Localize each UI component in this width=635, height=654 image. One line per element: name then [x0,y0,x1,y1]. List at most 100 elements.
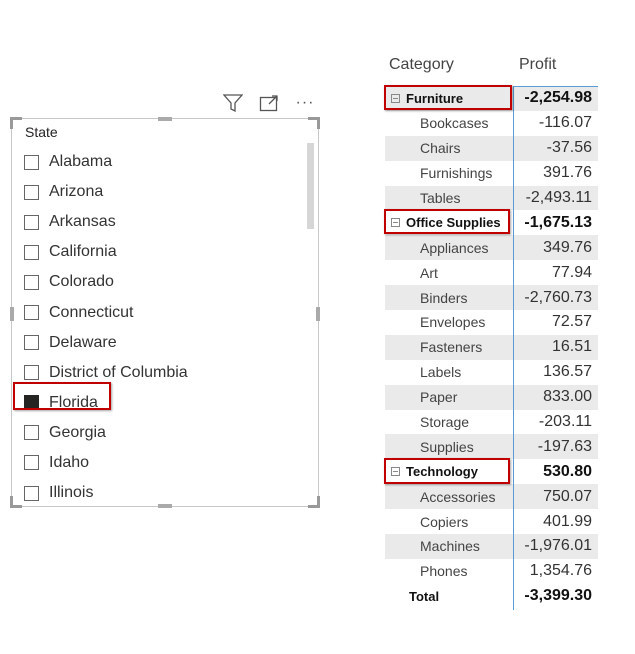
slicer-item[interactable]: Georgia [24,418,188,448]
checkbox[interactable] [24,244,39,260]
profit-value: -37.56 [546,139,592,157]
slicer-item[interactable]: Arkansas [24,207,188,237]
category-cell: Envelopes [385,310,513,335]
checkbox[interactable] [24,485,39,501]
table-row[interactable]: Copiers 401.99 [385,509,598,534]
table-row[interactable]: Binders -2,760.73 [385,285,598,311]
group-highlight-office-supplies [384,209,510,234]
category-label: Furnishings [420,165,493,182]
resize-corner[interactable] [10,496,22,508]
profit-value: 530.80 [543,462,592,480]
selection-highlight [13,382,111,410]
category-cell: Paper [385,385,513,410]
scrollbar[interactable] [307,143,314,229]
profit-cell: -1,675.13 [514,210,598,235]
table-row[interactable]: Furnishings 391.76 [385,161,598,186]
table-row[interactable]: Supplies -197.63 [385,434,598,460]
slicer-item[interactable]: Delaware [24,328,188,358]
checkbox[interactable] [24,425,39,441]
slicer-item-label: District of Columbia [49,363,188,381]
checkbox[interactable] [24,305,39,321]
table-row[interactable]: Accessories 750.07 [385,484,598,510]
table-row[interactable]: Tables -2,493.11 [385,185,598,211]
category-cell: Storage [385,410,513,435]
slicer-item[interactable]: Arizona [24,177,188,207]
category-label: Labels [420,364,462,381]
divider [513,87,514,610]
profit-cell: 77.94 [514,260,598,285]
divider [513,86,598,87]
profit-value: -1,675.13 [524,213,592,231]
slicer-item[interactable]: Alabama [24,147,188,177]
table-row[interactable]: Phones 1,354.76 [385,559,598,584]
profit-value: -2,493.11 [525,189,592,206]
table-row[interactable]: Bookcases -116.07 [385,111,598,136]
profit-cell: -116.07 [514,111,598,136]
category-label: Total [409,588,440,604]
slicer-item-label: Arkansas [49,213,116,231]
slicer-item[interactable]: Illinois [24,478,188,508]
category-cell: Accessories [385,484,513,509]
slicer-item[interactable]: Connecticut [24,297,188,327]
category-label: Phones [420,563,468,580]
category-cell: Chairs [385,136,513,161]
profit-value: 391.76 [543,164,592,182]
slicer-item[interactable]: Idaho [24,448,188,478]
resize-corner[interactable] [308,496,320,508]
resize-corner[interactable] [308,117,320,129]
table-row[interactable]: Art 77.94 [385,260,598,285]
category-cell: Binders [385,285,513,310]
checkbox[interactable] [24,365,39,381]
profit-value: 401.99 [543,512,592,530]
table-row[interactable]: Appliances 349.76 [385,235,598,261]
profit-value: 16.51 [551,338,592,356]
column-header-category[interactable]: Category [389,56,454,74]
category-label: Chairs [420,140,461,157]
profit-cell: 1,354.76 [514,559,598,584]
category-cell: Total [385,584,513,609]
filter-icon[interactable] [222,93,244,113]
resize-handle[interactable] [316,307,320,321]
resize-corner[interactable] [10,117,22,129]
category-label: Machines [420,538,480,555]
checkbox[interactable] [24,184,39,200]
profit-cell: -1,976.01 [514,534,598,559]
table-row[interactable]: Fasteners 16.51 [385,334,598,360]
category-cell: Tables [385,186,513,211]
category-cell: Appliances [385,235,513,260]
table-row[interactable]: Labels 136.57 [385,360,598,385]
slicer-item[interactable]: Colorado [24,267,188,297]
column-header-profit[interactable]: Profit [519,56,556,74]
slicer-header-icons: ··· [222,93,316,113]
category-cell: Art [385,260,513,285]
category-label: Envelopes [420,314,486,331]
table-row[interactable]: Machines -1,976.01 [385,534,598,559]
table-row[interactable]: Paper 833.00 [385,384,598,410]
resize-handle[interactable] [10,307,14,321]
slicer-item-label: Alabama [49,153,113,171]
profit-value: 77.94 [551,263,592,281]
checkbox[interactable] [24,455,39,471]
more-options-icon[interactable]: ··· [294,93,316,113]
profit-cell: -2,760.73 [514,285,598,310]
slicer-item-label: Arizona [49,183,104,201]
category-label: Paper [420,389,458,406]
table-row[interactable]: Chairs -37.56 [385,135,598,161]
profit-cell: 72.57 [514,310,598,335]
slicer-item-label: Georgia [49,423,106,441]
checkbox[interactable] [24,274,39,290]
state-slicer: State Alabama Arizona Arkansas California Co… [10,117,320,508]
slicer-item[interactable]: California [24,237,188,267]
table-row[interactable]: Storage -203.11 [385,410,598,435]
focus-mode-icon[interactable] [258,93,280,113]
checkbox[interactable] [24,335,39,351]
checkbox[interactable] [24,214,39,230]
category-label: Fasteners [420,339,483,356]
table-row[interactable]: Envelopes 72.57 [385,310,598,335]
profit-cell: -37.56 [514,136,598,161]
checkbox[interactable] [24,154,39,170]
profit-cell: -197.63 [514,434,598,459]
profit-cell: 530.80 [514,459,598,484]
total-row[interactable]: Total -3,399.30 [385,584,598,609]
resize-handle[interactable] [158,117,172,121]
